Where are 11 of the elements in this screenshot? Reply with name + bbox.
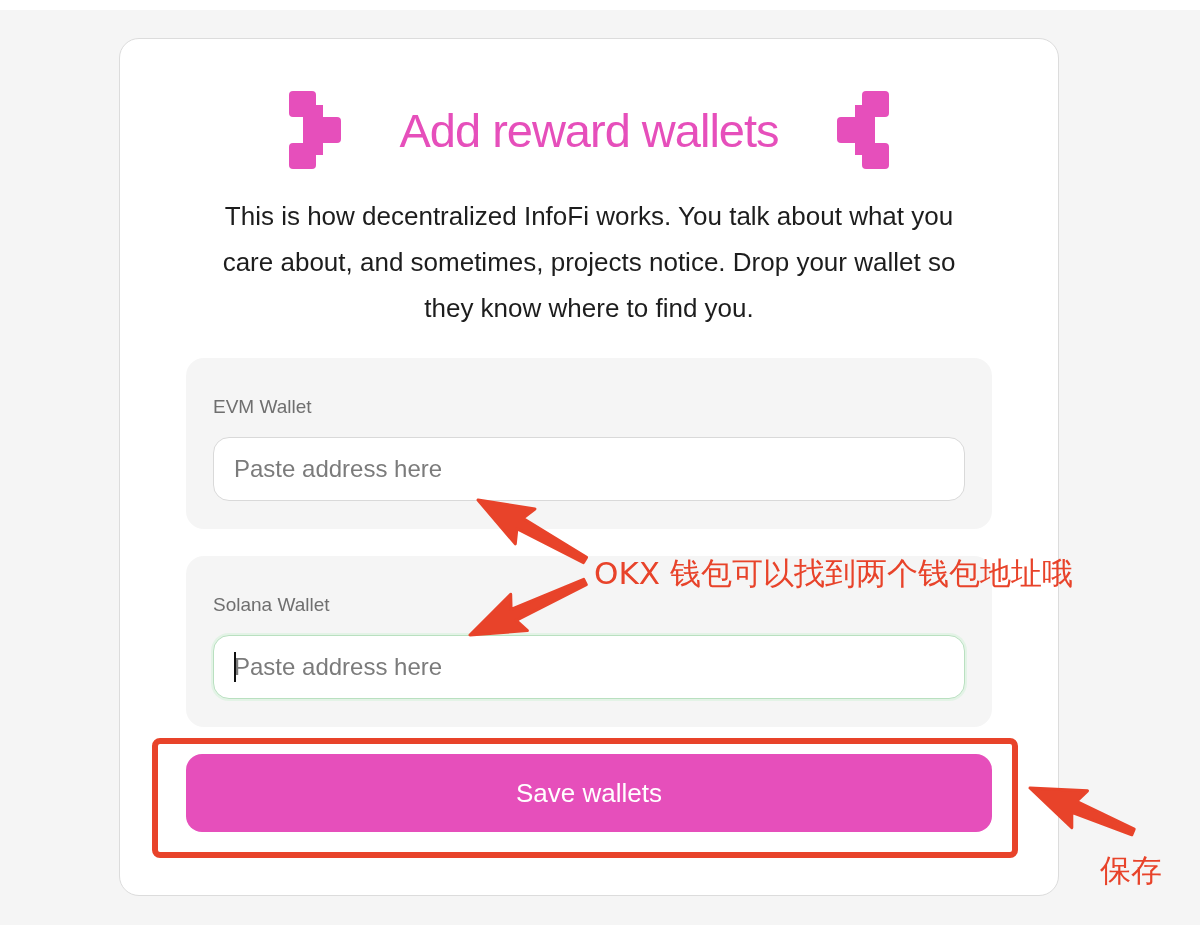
field-label: Solana Wallet	[213, 594, 331, 616]
annotation-text: 保存	[1100, 851, 1162, 890]
save-button[interactable]: Save wallets	[186, 754, 992, 832]
annotation-text: OKX 钱包可以找到两个钱包地址哦	[594, 554, 1073, 593]
description-text: This is how decentralized InfoFi works. You talk about what you care about, and sometimes, projects notice. Drop your wallet so they know where to find you.	[221, 200, 957, 325]
input-field[interactable]: Paste address here	[213, 635, 965, 699]
input-field[interactable]: Paste address here	[213, 437, 965, 501]
field-label: EVM Wallet	[213, 396, 313, 418]
logo-icon	[836, 91, 889, 169]
page-title: Add reward wallets	[399, 102, 779, 158]
logo-icon	[289, 91, 342, 169]
